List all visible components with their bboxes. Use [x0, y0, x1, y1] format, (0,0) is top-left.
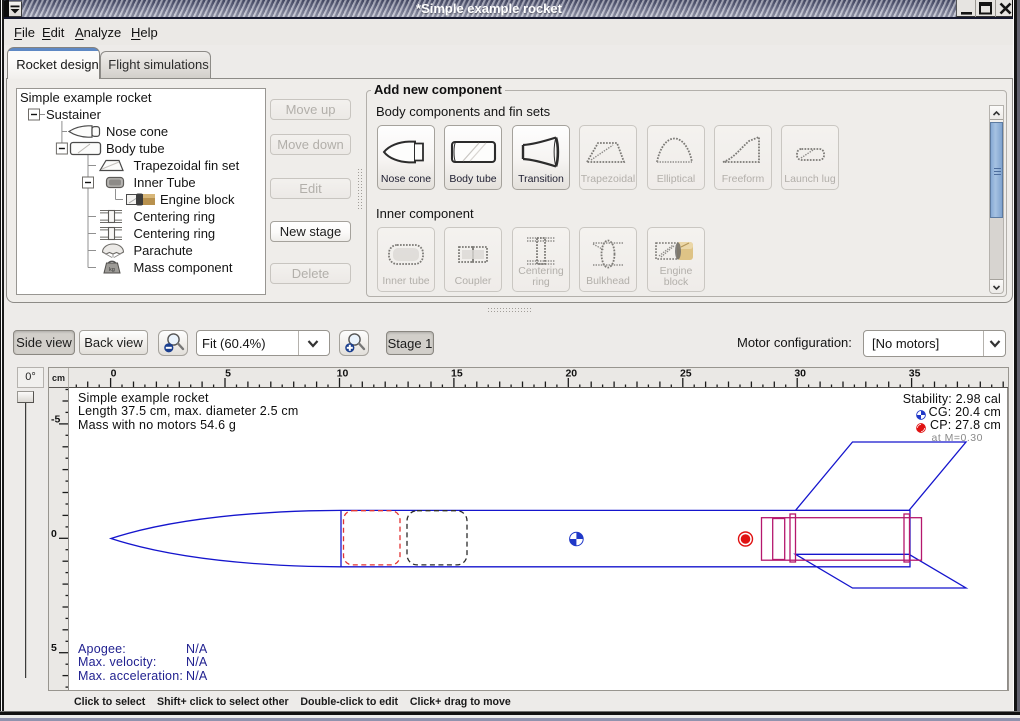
svg-text:Parachute: Parachute [134, 243, 193, 258]
svg-text:Centering ring: Centering ring [134, 209, 216, 224]
svg-text:5: 5 [51, 642, 57, 654]
svg-text:15: 15 [451, 368, 463, 380]
svg-text:-5: -5 [51, 413, 60, 425]
svg-text:Nose cone: Nose cone [106, 124, 168, 139]
svg-text:Simple example rocket: Simple example rocket [20, 90, 152, 105]
svg-text:20: 20 [565, 368, 577, 380]
svg-text:35: 35 [909, 368, 921, 380]
svg-text:Centering ring: Centering ring [134, 226, 216, 241]
svg-text:5: 5 [225, 368, 231, 380]
svg-text:10: 10 [337, 368, 349, 380]
svg-text:Mass component: Mass component [134, 260, 233, 275]
svg-text:25: 25 [680, 368, 692, 380]
svg-text:0: 0 [51, 528, 57, 540]
svg-text:Body tube: Body tube [106, 141, 165, 156]
svg-text:30: 30 [794, 368, 806, 380]
svg-text:Engine block: Engine block [160, 192, 235, 207]
svg-text:Sustainer: Sustainer [46, 107, 102, 122]
svg-text:0: 0 [111, 368, 117, 380]
svg-text:Inner Tube: Inner Tube [134, 175, 196, 190]
svg-text:kg: kg [109, 267, 115, 273]
svg-text:Trapezoidal fin set: Trapezoidal fin set [134, 158, 240, 173]
